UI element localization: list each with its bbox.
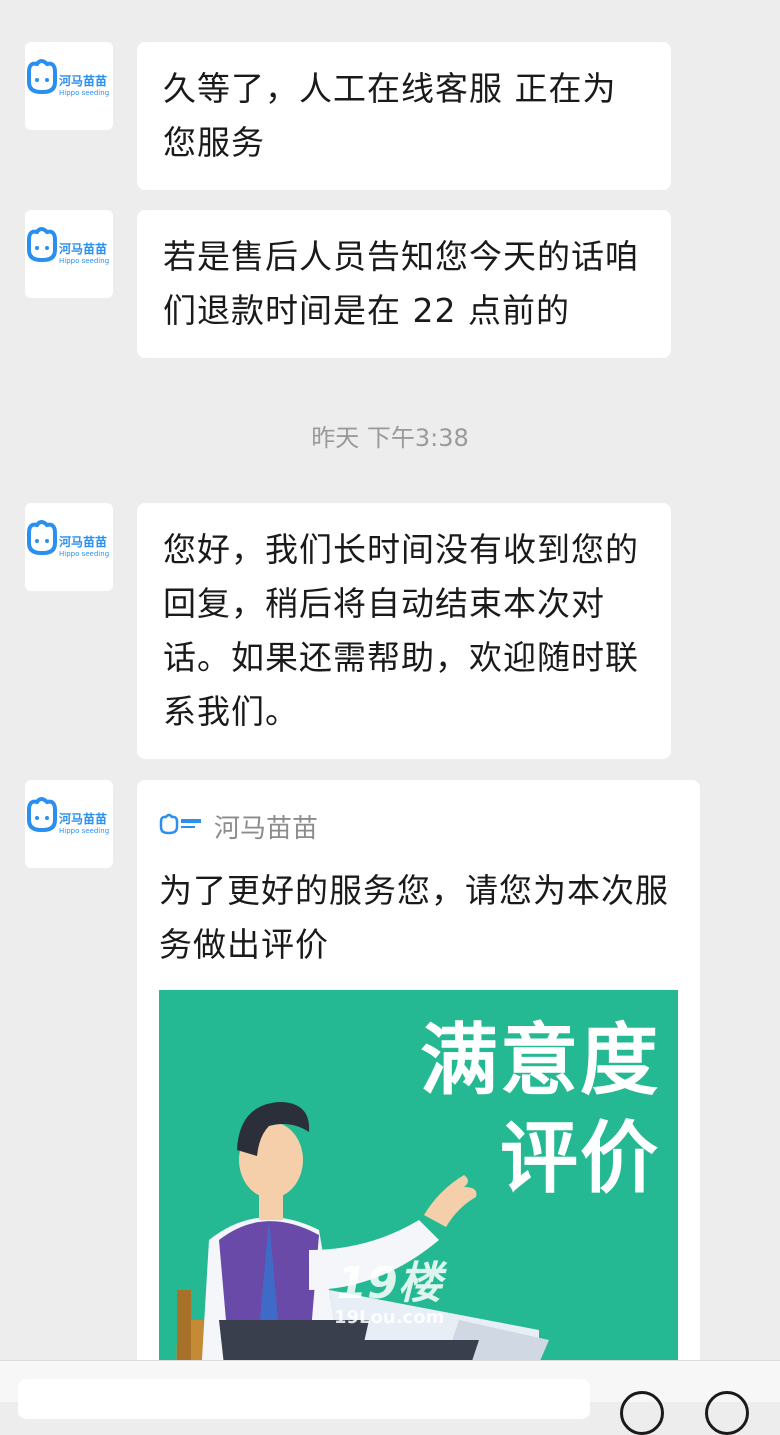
watermark-big: 19楼 — [336, 1258, 442, 1309]
avatar-brand-en: Hippo seeding — [59, 827, 110, 835]
avatar-brand-en: Hippo seeding — [59, 550, 110, 558]
avatar-brand-cn: 河马苗苗 — [59, 74, 108, 88]
emoji-icon[interactable] — [620, 1391, 664, 1435]
message-input[interactable] — [18, 1379, 590, 1419]
avatar-brand-cn: 河马苗苗 — [59, 535, 108, 549]
service-agent-illustration — [176, 1102, 549, 1401]
message-bubble[interactable]: 若是售后人员告知您今天的话咱们退款时间是在 22 点前的 — [137, 210, 671, 358]
card-text: 为了更好的服务您，请您为本次服务做出评价 — [159, 871, 669, 964]
card-brand-name: 河马苗苗 — [214, 814, 319, 844]
avatar[interactable]: 河马苗苗 Hippo seeding — [25, 503, 113, 591]
avatar[interactable]: 河马苗苗 Hippo seeding — [25, 42, 113, 130]
rating-card[interactable]: 河马苗苗 为了更好的服务您，请您为本次服务做出评价 满意度 评价 19楼 19L… — [137, 780, 700, 1401]
timestamp: 昨天 下午3:38 — [311, 424, 469, 452]
avatar-brand-cn: 河马苗苗 — [59, 812, 108, 826]
hippo-logo-icon — [159, 813, 201, 835]
avatar[interactable]: 河马苗苗 Hippo seeding — [25, 780, 113, 868]
watermark-small: 19Lou.com — [334, 1307, 445, 1328]
avatar-brand-cn: 河马苗苗 — [59, 242, 108, 256]
avatar-brand-en: Hippo seeding — [59, 89, 110, 97]
watermark: 19楼 19Lou.com — [334, 1260, 444, 1328]
message-bubble[interactable]: 您好，我们长时间没有收到您的回复，稍后将自动结束本次对话。如果还需帮助，欢迎随时… — [137, 503, 671, 759]
satisfaction-banner[interactable]: 满意度 评价 19楼 19Lou.com — [159, 990, 678, 1401]
more-plus-icon[interactable] — [705, 1391, 749, 1435]
avatar-brand-en: Hippo seeding — [59, 257, 110, 265]
avatar[interactable]: 河马苗苗 Hippo seeding — [25, 210, 113, 298]
bottom-input-bar — [0, 1360, 780, 1435]
message-bubble[interactable]: 久等了，人工在线客服 正在为您服务 — [137, 42, 671, 190]
